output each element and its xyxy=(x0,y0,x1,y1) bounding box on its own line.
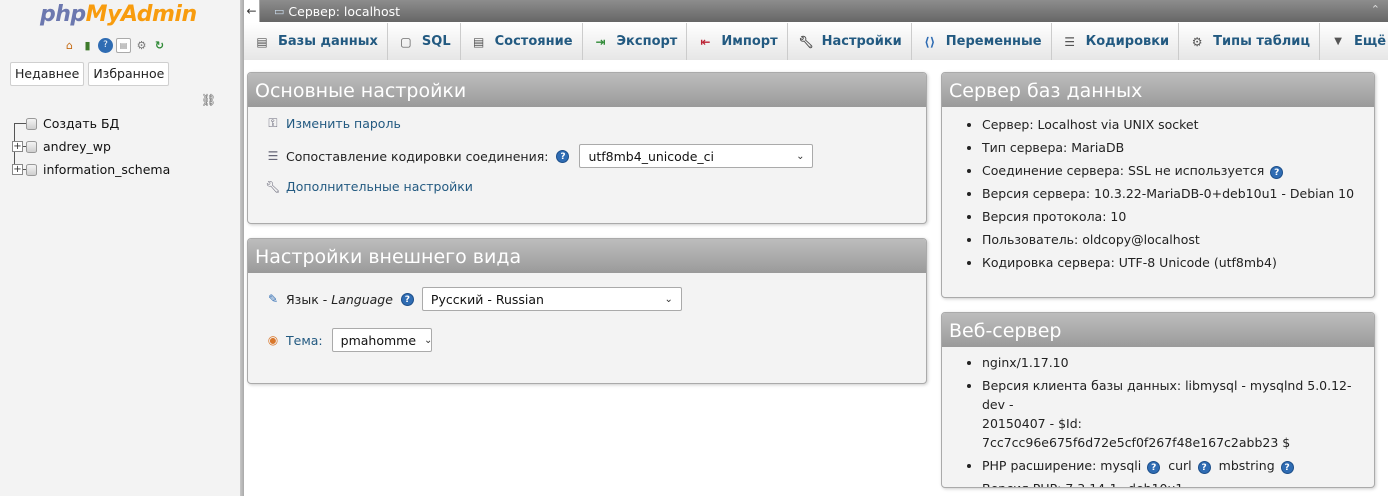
help-icon[interactable]: ? xyxy=(556,149,570,163)
language-icon: ✎ xyxy=(267,292,279,306)
panel-title: Сервер баз данных xyxy=(942,73,1374,107)
list-item: Тип сервера: MariaDB xyxy=(982,136,1374,159)
collation-row: ☰ Сопоставление кодировки соединения: ? … xyxy=(265,144,814,168)
database-icon xyxy=(26,140,37,153)
chevron-down-icon: ⌄ xyxy=(424,334,433,346)
nav-icon-bar: ⌂ ▮ ? ▤ ⚙ ↻ xyxy=(62,38,167,53)
more-settings-link[interactable]: Дополнительные настройки xyxy=(286,179,473,194)
expand-icon[interactable]: + xyxy=(12,164,23,175)
theme-link[interactable]: Тема: xyxy=(286,333,323,348)
charset-icon: ☰ xyxy=(267,149,279,163)
general-settings-panel: Основные настройки ⚿ Изменить пароль ☰ С… xyxy=(247,72,927,224)
help-icon[interactable]: ? xyxy=(400,292,414,306)
database-tree: Создать БД + andrey_wp + information_sch… xyxy=(8,112,170,181)
palette-icon: ◉ xyxy=(267,333,279,347)
list-item: PHP расширение: mysqli? curl? mbstring? xyxy=(982,454,1374,477)
docs-icon[interactable]: ▤ xyxy=(116,38,131,53)
list-item: nginx/1.17.10 xyxy=(982,351,1374,374)
home-icon[interactable]: ⌂ xyxy=(62,38,77,53)
list-item: Соединение сервера: SSL не используется? xyxy=(982,159,1374,182)
appearance-settings-panel: Настройки внешнего вида ✎ Язык - Languag… xyxy=(247,238,927,384)
recent-tab[interactable]: Недавнее xyxy=(10,62,85,86)
tab-status[interactable]: ▤ Состояние xyxy=(460,23,583,60)
help-icon[interactable]: ? xyxy=(1280,461,1294,474)
tab-more[interactable]: ▼ Ещё xyxy=(1320,23,1388,60)
tab-import[interactable]: ⇤ Импорт xyxy=(687,23,788,60)
link-icon[interactable]: ⛓ xyxy=(201,93,216,107)
tab-settings[interactable]: 🔧︎ Настройки xyxy=(787,23,912,60)
tab-databases[interactable]: ▤ Базы данных xyxy=(244,23,388,60)
tree-item-create-db[interactable]: Создать БД xyxy=(8,112,170,135)
main-menu: ▤ Базы данных ▢ SQL ▤ Состояние ⇥ Экспорт ⇤ И… xyxy=(244,22,1388,60)
panel-title: Настройки внешнего вида xyxy=(248,239,926,273)
navigation-panel: phpMyAdmin ⌂ ▮ ? ▤ ⚙ ↻ Недавнее Избранно… xyxy=(0,0,240,496)
change-password-link[interactable]: Изменить пароль xyxy=(286,116,401,131)
language-label: Язык - Language xyxy=(286,291,393,307)
charset-icon: ☰ xyxy=(1064,34,1075,49)
theme-select[interactable]: pmahomme ⌄ xyxy=(331,328,433,352)
exit-icon[interactable]: ▮ xyxy=(80,38,95,53)
theme-row: ◉ Тема: pmahomme ⌄ xyxy=(265,328,432,352)
reload-icon[interactable]: ↻ xyxy=(152,38,167,53)
server-breadcrumb[interactable]: Сервер: localhost xyxy=(288,4,400,19)
tab-engines[interactable]: ⚙ Типы таблиц xyxy=(1179,23,1321,60)
more-settings-row: 🔧︎ Дополнительные настройки xyxy=(265,179,473,194)
database-icon: ▤ xyxy=(256,34,268,49)
variables-icon: ⟨⟩ xyxy=(924,34,936,49)
list-item: Версия сервера: 10.3.22-MariaDB-0+deb10u… xyxy=(982,182,1374,205)
status-icon: ▤ xyxy=(472,34,485,49)
top-bar: ← ▭ Сервер: localhost ⌃ xyxy=(244,0,1388,22)
list-item: Кодировка сервера: UTF-8 Unicode (utf8mb… xyxy=(982,251,1374,274)
tree-item-information-schema[interactable]: + information_schema xyxy=(8,158,170,181)
collation-label: Сопоставление кодировки соединения: xyxy=(286,148,549,164)
engines-icon: ⚙ xyxy=(1191,34,1203,49)
help-icon[interactable]: ? xyxy=(98,38,113,53)
help-icon[interactable]: ? xyxy=(1147,461,1161,474)
settings-icon[interactable]: ⚙ xyxy=(134,38,149,53)
nav-tabs: Недавнее Избранное xyxy=(10,62,170,86)
tab-sql[interactable]: ▢ SQL xyxy=(387,23,461,60)
list-item: Версия протокола: 10 xyxy=(982,205,1374,228)
tab-variables[interactable]: ⟨⟩ Переменные xyxy=(911,23,1052,60)
change-password-row: ⚿ Изменить пароль xyxy=(265,116,401,131)
server-icon: ▭ xyxy=(274,4,285,18)
list-item: Сервер: Localhost via UNIX socket xyxy=(982,113,1374,136)
tree-item-andrey-wp[interactable]: + andrey_wp xyxy=(8,135,170,158)
tab-export[interactable]: ⇥ Экспорт xyxy=(582,23,688,60)
chevron-down-icon: ⌄ xyxy=(796,150,805,162)
tab-charsets[interactable]: ☰ Кодировки xyxy=(1051,23,1180,60)
collation-select[interactable]: utf8mb4_unicode_ci ⌄ xyxy=(579,144,814,168)
help-icon[interactable]: ? xyxy=(1197,461,1211,474)
database-icon xyxy=(26,163,37,176)
language-select[interactable]: Русский - Russian ⌄ xyxy=(421,287,682,311)
list-item: Версия клиента базы данных: libmysql - m… xyxy=(982,374,1374,454)
nav-resize-handle[interactable] xyxy=(240,0,244,496)
panel-title: Основные настройки xyxy=(248,73,926,107)
database-server-panel: Сервер баз данных Сервер: Localhost via … xyxy=(941,72,1375,298)
back-arrow-icon[interactable]: ← xyxy=(244,0,260,22)
phpmyadmin-logo[interactable]: phpMyAdmin xyxy=(40,2,197,27)
new-database-icon xyxy=(26,117,37,130)
language-row: ✎ Язык - Language ? Русский - Russian ⌄ xyxy=(265,287,682,311)
server-info-list: Сервер: Localhost via UNIX socket Тип се… xyxy=(942,113,1374,274)
expand-icon[interactable]: + xyxy=(12,141,23,152)
wrench-icon: 🔧︎ xyxy=(265,179,281,194)
favorites-tab[interactable]: Избранное xyxy=(88,62,170,86)
collapse-icon[interactable]: ⌃ xyxy=(1371,3,1380,16)
export-icon: ⇥ xyxy=(595,34,606,49)
key-icon: ⚿ xyxy=(268,116,278,130)
list-item: Версия PHP: 7.3.14-1~deb10u1 xyxy=(982,477,1374,487)
list-item: Пользователь: oldcopy@localhost xyxy=(982,228,1374,251)
web-server-info-list: nginx/1.17.10 Версия клиента базы данных… xyxy=(942,351,1374,487)
web-server-panel: Веб-сервер nginx/1.17.10 Версия клиента … xyxy=(941,312,1375,488)
import-icon: ⇤ xyxy=(700,34,711,49)
help-icon[interactable]: ? xyxy=(1270,166,1284,179)
sql-icon: ▢ xyxy=(400,34,412,49)
more-icon: ▼ xyxy=(1334,36,1342,47)
wrench-icon: 🔧︎ xyxy=(798,34,814,49)
panel-title: Веб-сервер xyxy=(942,313,1374,347)
chevron-down-icon: ⌄ xyxy=(664,293,673,305)
